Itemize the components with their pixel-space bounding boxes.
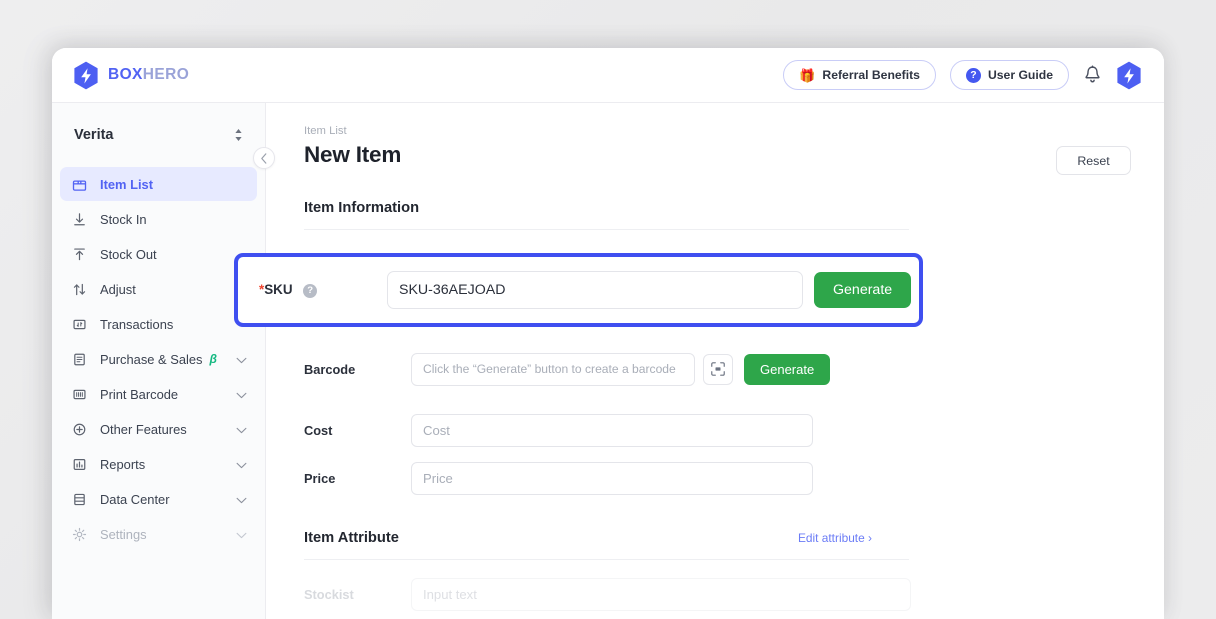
cost-input[interactable]: Cost	[411, 414, 813, 447]
arrow-up-icon	[70, 245, 88, 263]
database-icon	[70, 490, 88, 508]
section-divider	[304, 559, 909, 560]
chevron-down-icon	[236, 527, 247, 542]
question-circle-icon: ?	[966, 68, 981, 83]
sidebar-item-item-list[interactable]: Item List	[60, 167, 257, 201]
price-label: Price	[304, 471, 411, 486]
barcode-scan-button[interactable]	[703, 354, 733, 385]
barcode-scan-icon	[710, 361, 726, 377]
cost-row: Cost Cost	[304, 406, 1164, 454]
workspace-selector[interactable]: Verita	[64, 109, 253, 161]
sidebar-item-purchase-and-sales[interactable]: Purchase & Sales β	[60, 342, 257, 376]
referral-benefits-label: Referral Benefits	[822, 68, 920, 82]
price-row: Price Price	[304, 454, 1164, 502]
arrow-down-icon	[70, 210, 88, 228]
chevron-down-icon	[236, 492, 247, 507]
sidebar-nav: Item List Stock In	[52, 167, 265, 551]
barcode-label: Barcode	[304, 362, 411, 377]
sku-input[interactable]: SKU-36AEJOAD	[387, 271, 803, 309]
edit-attribute-link[interactable]: Edit attribute ›	[798, 531, 872, 545]
sidebar-item-settings[interactable]: Settings	[60, 517, 257, 551]
item-attribute-header: Item Attribute Edit attribute ›	[304, 530, 872, 546]
stockist-row: Stockist Input text	[304, 570, 1164, 618]
transactions-icon	[70, 315, 88, 333]
brand-name-light: HERO	[143, 66, 189, 83]
sku-label: *SKU ?	[259, 282, 387, 297]
sidebar-item-data-center[interactable]: Data Center	[60, 482, 257, 516]
app-window: BOXHERO 🎁 Referral Benefits ? User Guide	[52, 48, 1164, 619]
top-bar: BOXHERO 🎁 Referral Benefits ? User Guide	[52, 48, 1164, 103]
sidebar-item-label: Stock Out	[100, 247, 157, 262]
top-bar-actions: 🎁 Referral Benefits ? User Guide	[783, 60, 1142, 90]
document-icon	[70, 350, 88, 368]
sidebar-item-other-features[interactable]: Other Features	[60, 412, 257, 446]
help-circle-icon[interactable]: ?	[303, 284, 317, 298]
sidebar-item-transactions[interactable]: Transactions	[60, 307, 257, 341]
sidebar-item-label: Reports	[100, 457, 145, 472]
chevron-down-icon	[236, 352, 247, 367]
main-content: Item List New Item Reset Item Informatio…	[267, 103, 1164, 619]
beta-badge: β	[209, 352, 216, 366]
item-attribute-heading: Item Attribute	[304, 530, 399, 546]
item-information-heading: Item Information	[304, 200, 1164, 216]
barcode-input[interactable]: Click the “Generate” button to create a …	[411, 353, 695, 386]
sidebar-item-label: Item List	[100, 177, 153, 192]
user-guide-label: User Guide	[988, 68, 1053, 82]
sidebar-item-adjust[interactable]: Adjust	[60, 272, 257, 306]
sidebar-item-label: Stock In	[100, 212, 147, 227]
sidebar: Verita Item List	[52, 103, 266, 619]
sidebar-item-reports[interactable]: Reports	[60, 447, 257, 481]
brand-name-bold: BOX	[108, 66, 143, 83]
sidebar-item-label: Other Features	[100, 422, 187, 437]
desktop-background: BOXHERO 🎁 Referral Benefits ? User Guide	[0, 0, 1216, 619]
sidebar-item-stock-in[interactable]: Stock In	[60, 202, 257, 236]
hexagon-bolt-logo-icon	[73, 61, 99, 90]
chevron-down-icon	[236, 422, 247, 437]
sku-highlight-box: *SKU ? SKU-36AEJOAD Generate	[234, 253, 923, 327]
user-guide-button[interactable]: ? User Guide	[950, 60, 1069, 90]
breadcrumb[interactable]: Item List	[304, 125, 1164, 137]
page-title-row: New Item Reset	[304, 142, 1164, 175]
price-input[interactable]: Price	[411, 462, 813, 495]
referral-benefits-button[interactable]: 🎁 Referral Benefits	[783, 60, 936, 90]
section-divider	[304, 229, 909, 230]
sku-generate-button[interactable]: Generate	[814, 272, 911, 308]
bell-icon[interactable]	[1083, 65, 1102, 85]
brand-wordmark: BOXHERO	[108, 66, 189, 84]
sidebar-collapse-button[interactable]	[253, 147, 275, 169]
stockist-label: Stockist	[304, 587, 411, 602]
chevron-down-icon	[236, 457, 247, 472]
page-title: New Item	[304, 142, 401, 168]
barcode-row: Barcode Click the “Generate” button to c…	[304, 345, 1164, 393]
workspace-name: Verita	[74, 127, 114, 143]
plus-circle-icon	[70, 420, 88, 438]
box-icon	[70, 175, 88, 193]
sidebar-item-label: Settings	[100, 527, 147, 542]
reset-button[interactable]: Reset	[1056, 146, 1131, 175]
hexagon-bolt-avatar-icon[interactable]	[1116, 61, 1142, 90]
brand-logo-group[interactable]: BOXHERO	[73, 61, 189, 90]
gear-icon	[70, 525, 88, 543]
sidebar-item-print-barcode[interactable]: Print Barcode	[60, 377, 257, 411]
arrows-updown-icon	[70, 280, 88, 298]
sku-label-text: SKU	[264, 282, 292, 297]
sidebar-item-label: Data Center	[100, 492, 170, 507]
chevron-left-icon	[260, 153, 268, 164]
updown-selector-icon	[234, 128, 243, 142]
sidebar-item-label: Transactions	[100, 317, 173, 332]
sidebar-item-stock-out[interactable]: Stock Out	[60, 237, 257, 271]
gift-icon: 🎁	[799, 69, 815, 82]
sidebar-item-label: Purchase & Sales	[100, 352, 202, 367]
barcode-generate-button[interactable]: Generate	[744, 354, 830, 385]
sidebar-item-label: Adjust	[100, 282, 136, 297]
stockist-input[interactable]: Input text	[411, 578, 911, 611]
cost-label: Cost	[304, 423, 411, 438]
chevron-down-icon	[236, 387, 247, 402]
sidebar-item-label: Print Barcode	[100, 387, 178, 402]
bar-chart-icon	[70, 455, 88, 473]
barcode-icon	[70, 385, 88, 403]
